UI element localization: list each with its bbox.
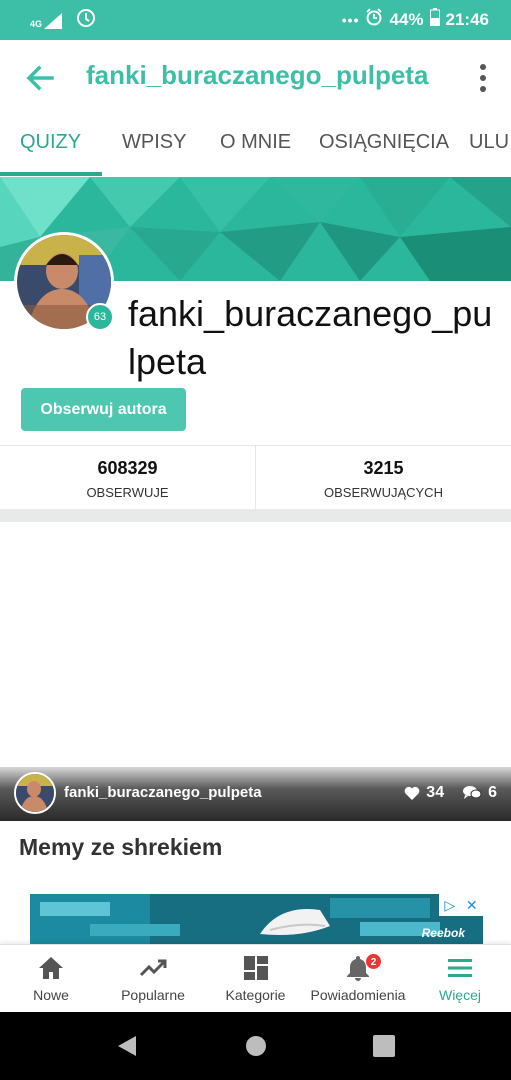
quiz-card-header[interactable]: fanki_buraczanego_pulpeta 34 6 [0, 767, 511, 821]
data-saver-icon [76, 8, 96, 33]
ad-controls: ▷ ✕ [439, 894, 483, 916]
status-bar: 4G ••• 44% 21:46 [0, 0, 511, 40]
more-vertical-icon [480, 64, 486, 92]
tab-osiagniecia[interactable]: OSIĄGNIĘCIA [319, 131, 449, 154]
system-back-icon[interactable] [116, 1034, 138, 1058]
system-recents-icon[interactable] [373, 1035, 395, 1057]
trending-icon [139, 959, 167, 977]
followers-label: OBSERWUJĄCYCH [324, 485, 443, 500]
heart-icon [404, 786, 420, 800]
nav-item-nowe[interactable]: Nowe [0, 945, 102, 1013]
followers-stat[interactable]: 3215 OBSERWUJĄCYCH [256, 446, 511, 509]
page-title: fanki_buraczanego_pulpeta [86, 60, 429, 90]
alarm-icon [365, 8, 383, 31]
likes-count: 34 [426, 784, 445, 801]
nav-item-kategorie[interactable]: Kategorie [204, 945, 307, 1013]
follow-author-button[interactable]: Obserwuj autora [21, 388, 186, 431]
signal-icon: 4G [30, 12, 63, 29]
ad-close-icon[interactable]: ✕ [466, 897, 478, 914]
tab-quizy[interactable]: QUIZY [20, 131, 81, 154]
card-stats: 34 6 [404, 784, 497, 802]
ad-choices-icon[interactable]: ▷ [444, 897, 455, 914]
followers-count: 3215 [363, 458, 404, 478]
ad-banner[interactable]: ▷ ✕ Reebok [30, 894, 483, 946]
nav-item-powiadomienia[interactable]: 2 Powiadomienia [307, 945, 409, 1013]
profile-stats: 608329 OBSERWUJE 3215 OBSERWUJĄCYCH [0, 445, 511, 509]
system-home-icon[interactable] [244, 1034, 268, 1058]
level-badge: 63 [86, 303, 114, 331]
card-author-name[interactable]: fanki_buraczanego_pulpeta [64, 784, 262, 801]
ad-image [30, 894, 483, 946]
bottom-navigation: Nowe Popularne Kategorie 2 Powiadomienia… [0, 944, 511, 1012]
notification-dots: ••• [341, 11, 360, 28]
notification-count-badge: 2 [365, 953, 382, 970]
system-navigation-bar [0, 1012, 511, 1080]
tab-wpisy[interactable]: WPISY [122, 131, 186, 154]
app-bar: fanki_buraczanego_pulpeta [0, 40, 511, 115]
nav-label-powiadomienia: Powiadomienia [310, 987, 406, 1003]
comments-icon [463, 786, 482, 799]
battery-icon [429, 8, 440, 31]
tab-ulubione[interactable]: ULU [469, 131, 509, 154]
back-button[interactable] [22, 60, 58, 96]
quiz-title[interactable]: Memy ze shrekiem [19, 834, 222, 861]
battery-level: 44% [389, 9, 424, 29]
card-author-avatar[interactable] [14, 772, 56, 814]
nav-label-nowe: Nowe [33, 987, 69, 1003]
more-options-button[interactable] [477, 62, 489, 94]
menu-icon [448, 959, 472, 977]
tab-o-mnie[interactable]: O MNIE [220, 131, 291, 154]
following-stat[interactable]: 608329 OBSERWUJE [0, 446, 255, 509]
nav-label-wiecej: Więcej [438, 987, 481, 1003]
clock: 21:46 [445, 9, 489, 29]
profile-tabs: QUIZY WPISY O MNIE OSIĄGNIĘCIA ULU [0, 115, 511, 177]
nav-item-wiecej[interactable]: Więcej [409, 945, 511, 1013]
active-tab-indicator [0, 172, 102, 176]
arrow-back-icon [26, 65, 54, 91]
nav-item-popularne[interactable]: Popularne [102, 945, 204, 1013]
comments-count: 6 [488, 784, 497, 801]
section-divider [0, 509, 511, 522]
nav-label-popularne: Popularne [121, 987, 185, 1003]
network-type: 4G [30, 18, 43, 29]
categories-icon [243, 956, 268, 980]
following-label: OBSERWUJE [86, 485, 169, 500]
following-count: 608329 [97, 458, 158, 478]
ad-brand: Reebok [421, 926, 465, 940]
nav-label-kategorie: Kategorie [225, 987, 286, 1003]
profile-username: fanki_buraczanego_pulpeta [128, 293, 493, 382]
home-icon [39, 957, 63, 979]
